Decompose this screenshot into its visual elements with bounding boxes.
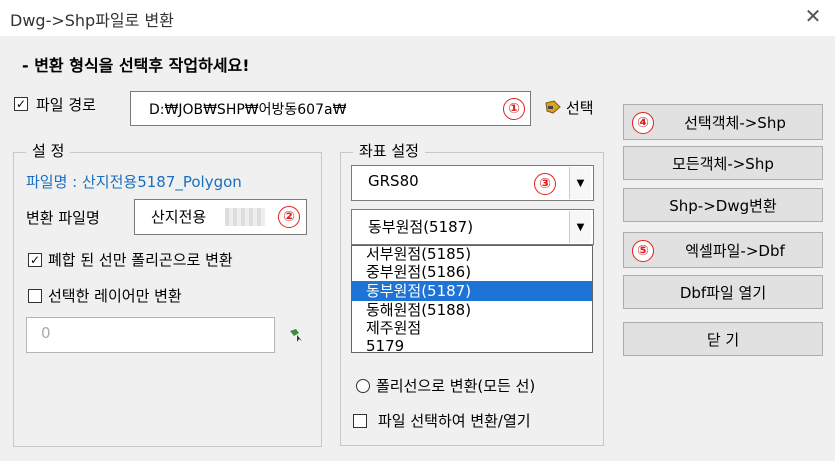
- all-to-shp-button[interactable]: 모든객체->Shp: [623, 146, 823, 180]
- file-select-checkbox[interactable]: [353, 414, 367, 428]
- filename-text: 파일명 : 산지전용5187_Polygon: [26, 173, 242, 191]
- dropdown-item-5[interactable]: 5179: [352, 336, 592, 352]
- select-icon[interactable]: [545, 100, 561, 114]
- excel-to-dbf-label: 엑셀파일->Dbf: [685, 241, 785, 260]
- selected-layers-checkbox[interactable]: [28, 289, 42, 303]
- open-dbf-label: Dbf파일 열기: [679, 283, 767, 302]
- polyline-radio-label: 폴리선으로 변환(모든 선): [376, 377, 536, 395]
- selected-to-shp-button[interactable]: ④ 선택객체->Shp: [623, 104, 823, 140]
- blurred-text: [225, 208, 265, 226]
- shp-to-dwg-label: Shp->Dwg변환: [669, 196, 777, 215]
- coord-system-value: GRS80: [368, 172, 419, 190]
- badge-5: ⑤: [632, 240, 654, 262]
- convert-name-label: 변환 파일명: [26, 209, 100, 227]
- convert-name-input[interactable]: 산지전용 ②: [134, 199, 307, 235]
- origin-dropdown-list: 서부원점(5185) 중부원점(5186) 동부원점(5187) 동해원점(51…: [351, 245, 593, 353]
- closed-polyline-checkbox[interactable]: ✓: [28, 253, 42, 267]
- all-to-shp-label: 모든객체->Shp: [672, 154, 774, 173]
- closed-polyline-label: 폐합 된 선만 폴리곤으로 변환: [48, 251, 233, 269]
- shp-to-dwg-button[interactable]: Shp->Dwg변환: [623, 188, 823, 222]
- convert-name-value: 산지전용: [151, 208, 207, 226]
- file-select-label: 파일 선택하여 변환/열기: [378, 412, 531, 430]
- file-path-value: D:₩JOB₩SHP₩어방동607a₩: [149, 102, 347, 118]
- selected-layers-label: 선택한 레이어만 변환: [48, 287, 182, 305]
- file-path-label: 파일 경로: [36, 96, 96, 114]
- origin-value: 동부원점(5187): [368, 218, 474, 236]
- badge-1: ①: [503, 98, 525, 120]
- origin-combo[interactable]: 동부원점(5187) ▼: [351, 209, 594, 245]
- close-button-label: 닫 기: [706, 330, 740, 349]
- selected-to-shp-label: 선택객체->Shp: [684, 113, 786, 132]
- settings-legend: 설 정: [26, 140, 71, 161]
- layer-value: 0: [41, 324, 51, 342]
- badge-3: ③: [534, 173, 556, 195]
- polyline-radio[interactable]: [356, 379, 370, 393]
- badge-4: ④: [632, 112, 654, 134]
- select-label[interactable]: 선택: [566, 97, 594, 118]
- chevron-down-icon[interactable]: ▼: [569, 211, 591, 243]
- chevron-down-icon[interactable]: ▼: [569, 167, 591, 199]
- close-button[interactable]: 닫 기: [623, 322, 823, 356]
- dropdown-item-3[interactable]: 동해원점(5188): [352, 300, 592, 320]
- badge-2: ②: [278, 206, 300, 228]
- layer-pick-icon[interactable]: [288, 327, 304, 343]
- close-icon[interactable]: ✕: [800, 4, 826, 30]
- coord-system-combo[interactable]: GRS80 ③ ▼: [351, 165, 594, 201]
- open-dbf-button[interactable]: Dbf파일 열기: [623, 275, 823, 309]
- excel-to-dbf-button[interactable]: ⑤ 엑셀파일->Dbf: [623, 232, 823, 268]
- file-path-input[interactable]: D:₩JOB₩SHP₩어방동607a₩ ①: [130, 91, 531, 126]
- dropdown-item-1[interactable]: 중부원점(5186): [352, 262, 592, 282]
- dropdown-item-2[interactable]: 동부원점(5187): [352, 281, 592, 301]
- file-path-checkbox[interactable]: ✓: [14, 97, 28, 111]
- dropdown-item-4[interactable]: 제주원점: [352, 318, 592, 338]
- layer-input[interactable]: 0: [26, 317, 275, 353]
- instruction-heading: - 변환 형식을 선택후 작업하세요!: [22, 56, 250, 75]
- coord-legend: 좌표 설정: [353, 140, 425, 161]
- window-title: Dwg->Shp파일로 변환: [10, 11, 174, 30]
